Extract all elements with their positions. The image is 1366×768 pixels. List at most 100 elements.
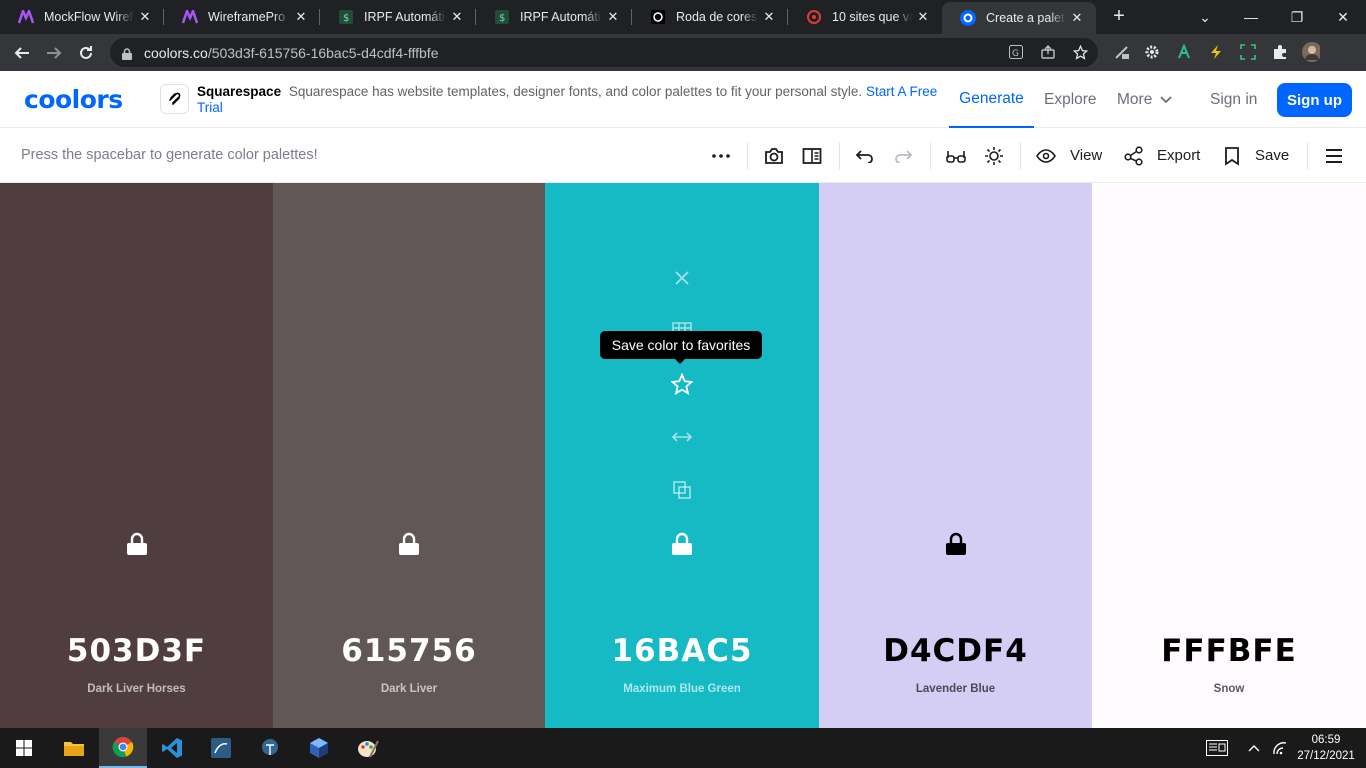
wifi-icon[interactable] — [1268, 728, 1292, 768]
brightness-icon[interactable] — [982, 128, 1006, 183]
mysql-workbench-icon[interactable] — [197, 728, 245, 768]
file-explorer-icon[interactable] — [50, 728, 98, 768]
split-view-icon[interactable] — [800, 128, 824, 183]
hex-code[interactable]: FFFBFE — [1092, 633, 1366, 669]
lock-icon[interactable] — [671, 532, 693, 556]
lock-icon[interactable] — [398, 532, 420, 556]
squarespace-logo-icon — [160, 84, 190, 114]
close-icon[interactable]: ✕ — [446, 9, 468, 25]
windows-taskbar: 06:59 27/12/2021 — [0, 728, 1366, 768]
ad-text: Squarespace has website templates, desig… — [288, 84, 863, 99]
hex-code[interactable]: 615756 — [273, 633, 545, 669]
news-widget-icon[interactable] — [1194, 728, 1240, 768]
save-button[interactable]: Save — [1224, 128, 1289, 183]
trello-extension-icon[interactable] — [1175, 43, 1193, 61]
glasses-icon[interactable] — [944, 128, 968, 183]
translate-icon[interactable]: G — [1008, 45, 1024, 61]
browser-tab[interactable]: 10 sites que vão f ✕ — [788, 0, 942, 34]
gear-extension-icon[interactable] — [1143, 43, 1161, 61]
nav-generate[interactable]: Generate — [949, 71, 1034, 128]
color-column[interactable]: 503D3F Dark Liver Horses — [0, 183, 273, 728]
palette: 503D3F Dark Liver Horses 615756 Dark Liv… — [0, 183, 1366, 728]
new-tab-button[interactable]: + — [1107, 5, 1131, 29]
hex-code[interactable]: 503D3F — [0, 633, 273, 669]
close-icon[interactable]: ✕ — [290, 9, 312, 25]
more-options-icon[interactable] — [707, 128, 735, 183]
paint-icon[interactable] — [344, 728, 392, 768]
forward-icon[interactable] — [40, 39, 68, 67]
tab-title: WireframePro - Unlimited — [208, 10, 290, 24]
undo-icon[interactable] — [853, 128, 877, 183]
browser-tab[interactable]: $ IRPF Automático ✕ — [476, 0, 632, 34]
reload-icon[interactable] — [72, 39, 100, 67]
remove-color-icon[interactable] — [671, 267, 693, 289]
vscode-icon[interactable] — [148, 728, 196, 768]
irpf-icon: $ — [494, 9, 510, 25]
url-path: /503d3f-615756-16bac5-d4cdf4-fffbfe — [207, 44, 439, 61]
lock-icon[interactable] — [945, 532, 967, 556]
star-icon[interactable] — [671, 373, 693, 395]
color-name[interactable]: Maximum Blue Green — [545, 683, 819, 695]
tab-title: IRPF Automático — [364, 10, 446, 24]
drag-arrows-icon[interactable] — [671, 426, 693, 448]
export-button[interactable]: Export — [1124, 128, 1200, 183]
avatar[interactable] — [1302, 42, 1320, 62]
minimize-button[interactable]: — — [1228, 0, 1274, 34]
view-button[interactable]: View — [1036, 128, 1102, 183]
browser-tab[interactable]: WireframePro - Unlimited ✕ — [164, 0, 320, 34]
hex-code[interactable]: D4CDF4 — [819, 633, 1092, 669]
tab-search-icon[interactable]: ⌄ — [1182, 0, 1228, 34]
browser-tab-active[interactable]: Create a palette - ✕ — [942, 2, 1096, 34]
chrome-icon[interactable] — [99, 728, 147, 768]
system-clock[interactable]: 06:59 27/12/2021 — [1290, 732, 1362, 764]
virtualbox-icon[interactable] — [295, 728, 343, 768]
close-icon[interactable]: ✕ — [912, 9, 934, 25]
redo-icon[interactable] — [891, 128, 915, 183]
color-column-active[interactable]: Save color to favorites 16BAC5 Maximum B… — [545, 183, 819, 728]
chevron-up-icon[interactable] — [1242, 728, 1266, 768]
chevron-down-icon — [1160, 95, 1172, 104]
share-icon[interactable] — [1040, 45, 1056, 61]
hex-code[interactable]: 16BAC5 — [545, 633, 819, 669]
clock-time: 06:59 — [1311, 734, 1341, 746]
nav-more[interactable]: More — [1117, 71, 1172, 128]
windows-start-icon[interactable] — [0, 728, 48, 768]
squarespace-ad[interactable]: Squarespace Squarespace has website temp… — [160, 84, 940, 116]
back-icon[interactable] — [8, 39, 36, 67]
close-icon[interactable]: ✕ — [602, 9, 624, 25]
hamburger-menu-icon[interactable] — [1322, 128, 1346, 183]
postgresql-icon[interactable] — [246, 728, 294, 768]
window-close-button[interactable]: ✕ — [1320, 0, 1366, 34]
restore-button[interactable]: ❐ — [1274, 0, 1320, 34]
color-column[interactable]: D4CDF4 Lavender Blue — [819, 183, 1092, 728]
generator-toolbar: Press the spacebar to generate color pal… — [0, 128, 1366, 183]
close-icon[interactable]: ✕ — [1066, 10, 1088, 26]
view-label: View — [1070, 147, 1103, 164]
color-name[interactable]: Dark Liver Horses — [0, 683, 273, 695]
pen-extension-icon[interactable] — [1113, 43, 1131, 61]
close-icon[interactable]: ✕ — [134, 9, 156, 25]
camera-icon[interactable] — [762, 128, 786, 183]
screenshot-extension-icon[interactable] — [1239, 43, 1257, 61]
color-name[interactable]: Dark Liver — [273, 683, 545, 695]
coolors-logo[interactable]: coolors — [24, 85, 123, 114]
puzzle-extensions-icon[interactable] — [1271, 43, 1289, 61]
address-bar[interactable]: coolors.co/503d3f-615756-16bac5-d4cdf4-f… — [110, 38, 1098, 67]
nav-explore[interactable]: Explore — [1044, 71, 1097, 128]
lock-icon[interactable] — [126, 532, 148, 556]
color-column[interactable]: 615756 Dark Liver — [273, 183, 545, 728]
sign-up-button[interactable]: Sign up — [1277, 83, 1352, 117]
color-name[interactable]: Lavender Blue — [819, 683, 1092, 695]
color-column[interactable]: FFFBFE Snow — [1092, 183, 1366, 728]
lightning-extension-icon[interactable] — [1207, 43, 1225, 61]
bookmark-star-icon[interactable] — [1072, 44, 1088, 61]
tab-title: Roda de cores, um — [676, 10, 758, 24]
copy-icon[interactable] — [671, 479, 693, 501]
color-name[interactable]: Snow — [1092, 683, 1366, 695]
close-icon[interactable]: ✕ — [758, 9, 780, 25]
save-label: Save — [1255, 147, 1290, 164]
browser-tab[interactable]: MockFlow Wireframe ✕ — [0, 0, 164, 34]
sign-in-link[interactable]: Sign in — [1210, 71, 1257, 128]
browser-tab[interactable]: Roda de cores, um ✕ — [632, 0, 788, 34]
browser-tab[interactable]: $ IRPF Automático ✕ — [320, 0, 476, 34]
